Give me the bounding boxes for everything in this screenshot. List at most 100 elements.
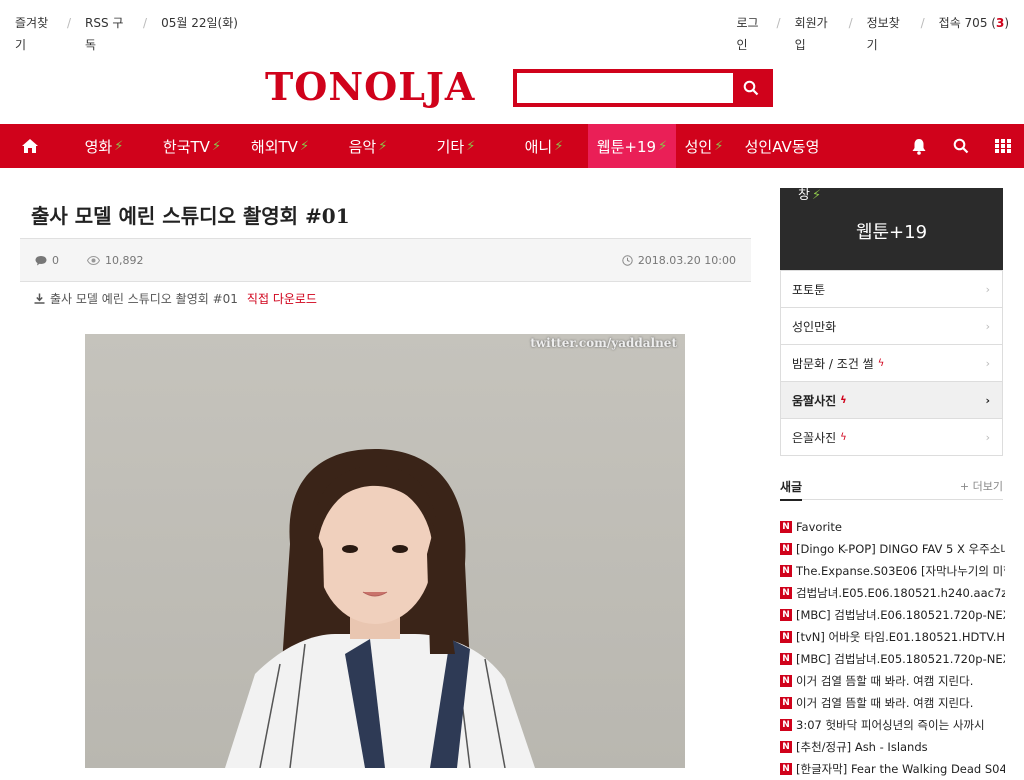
chevron-right-icon: ›	[985, 319, 990, 333]
search-button[interactable]	[733, 73, 769, 103]
grid-icon	[995, 139, 1011, 153]
sidebar-item-label: 포토툰	[792, 282, 826, 297]
new-badge: N	[780, 763, 792, 775]
new-badge: N	[780, 543, 792, 555]
main-nav: 영화 ⚡ 한국TV ⚡ 해외TV ⚡ 음악 ⚡ 기타 ⚡ 애니 ⚡ 웹툰+19 ⚡ 성인 ⚡ 성…	[0, 124, 1024, 168]
list-item[interactable]: N [Dingo K-POP] DINGO FAV 5 X 우주소녀	[780, 538, 1005, 560]
list-item[interactable]: N The.Expanse.S03E06 [자막나누기의 미학]	[780, 560, 1005, 582]
sidebar-item-label: 은꼴사진	[792, 430, 837, 445]
list-item[interactable]: N [tvN] 어바웃 타임.E01.180521.HDTV.H264	[780, 626, 1005, 648]
new-badge: N	[780, 521, 792, 533]
new-badge: N	[780, 631, 792, 643]
eye-icon	[87, 255, 100, 265]
new-posts-title: 새글	[780, 478, 803, 501]
find-info-link[interactable]: 정보찾기	[867, 12, 907, 56]
nav-item-etc[interactable]: 기타 ⚡	[412, 124, 500, 168]
new-badge: N	[780, 675, 792, 687]
sidebar-menu: 포토툰 › 성인만화 › 밤문화 / 조건 썰 ϟ › 움짤사진 ϟ › 은꼴사진 ϟ ›	[780, 270, 1003, 456]
more-link[interactable]: + 더보기	[960, 478, 1003, 494]
download-row: 출사 모델 예린 스튜디오 촬영회 #01 직접 다운로드	[34, 290, 317, 307]
notification-button[interactable]	[898, 124, 940, 168]
list-item[interactable]: N [MBC] 검법남녀.E06.180521.720p-NEXT	[780, 604, 1005, 626]
post-meta: 0 10,892 2018.03.20 10:00	[20, 238, 751, 282]
sidebar-item-nightlife[interactable]: 밤문화 / 조건 썰 ϟ ›	[781, 344, 1002, 381]
nav-item-foreign-tv[interactable]: 해외TV ⚡	[236, 124, 324, 168]
bolt-icon: ⚡	[658, 138, 668, 154]
nav-item-webtoon[interactable]: 웹툰+19 ⚡	[588, 124, 676, 168]
sidebar-heading: 웹툰+19	[855, 222, 928, 243]
sidebar-category-box: 창 ⚡ 웹툰+19	[780, 188, 1003, 270]
model-photo-illustration	[85, 334, 685, 768]
photo-watermark: twitter.com/yaddalnet	[530, 336, 677, 350]
nav-label: 애니	[524, 137, 553, 156]
sidebar-item-label: 밤문화 / 조건 썰	[792, 356, 874, 371]
view-count: 10,892	[87, 254, 144, 267]
site-logo[interactable]: TONOLJA	[265, 64, 475, 109]
bolt-icon: ⚡	[378, 138, 388, 154]
comment-icon	[35, 255, 47, 265]
search-input[interactable]	[517, 73, 733, 103]
nav-item-adult-av[interactable]: 성인AV동영	[732, 124, 832, 168]
nav-item-adult[interactable]: 성인 ⚡	[676, 124, 732, 168]
post-link: 3:07 헛바닥 피어싱년의 즉이는 사까시	[796, 718, 985, 732]
comment-count-value: 0	[52, 253, 59, 267]
list-item[interactable]: N [추천/정규] Ash - Islands	[780, 736, 1005, 758]
list-item[interactable]: N 이거 검열 뜸할 때 봐라. 여캠 지린다.	[780, 692, 1005, 714]
bolt-icon: ⚡	[299, 138, 310, 154]
top-bar: 즐겨찾기 / RSS 구독 / 05월 22일(화) 로그인 / 회원가입 / …	[0, 0, 1024, 60]
bolt-icon: ⚡	[211, 138, 222, 154]
join-link[interactable]: 회원가입	[795, 12, 835, 56]
new-badge: N	[780, 741, 792, 753]
visitor-close: )	[1004, 16, 1009, 30]
home-icon	[22, 139, 38, 153]
nav-item-anime[interactable]: 애니 ⚡	[500, 124, 588, 168]
list-item[interactable]: N [한글자막] Fear the Walking Dead S04	[780, 758, 1005, 780]
new-badge: N	[780, 587, 792, 599]
separator: /	[848, 16, 853, 30]
top-left-links: 즐겨찾기 / RSS 구독 / 05월 22일(화)	[15, 12, 238, 56]
post-title: 출사 모델 예린 스튜디오 촬영회 #01	[31, 204, 350, 228]
nav-label: 영화	[84, 137, 113, 156]
new-badge: N	[780, 697, 792, 709]
top-right-links: 로그인 / 회원가입 / 정보찾기 / 접속 705 (3)	[737, 12, 1009, 56]
sidebar-item-phototoon[interactable]: 포토툰 ›	[781, 270, 1002, 307]
bolt-icon: ⚡	[811, 188, 822, 203]
nav-item-korean-tv[interactable]: 한국TV ⚡	[148, 124, 236, 168]
download-file-name: 출사 모델 예린 스튜디오 촬영회 #01	[50, 292, 238, 306]
post-link: [MBC] 검법남녀.E05.180521.720p-NEXT	[796, 652, 1005, 666]
view-count-value: 10,892	[105, 253, 144, 267]
list-item[interactable]: N 3:07 헛바닥 피어싱년의 즉이는 사까시	[780, 714, 1005, 736]
list-item[interactable]: N [MBC] 검법남녀.E05.180521.720p-NEXT	[780, 648, 1005, 670]
nav-item-music[interactable]: 음악 ⚡	[324, 124, 412, 168]
direct-download-link[interactable]: 직접 다운로드	[247, 290, 317, 307]
list-item[interactable]: N 이거 검열 뜸할 때 봐라. 여캠 지린다.	[780, 670, 1005, 692]
list-item[interactable]: N Favorite	[780, 516, 1005, 538]
login-link[interactable]: 로그인	[737, 12, 763, 56]
post-link: 이거 검열 뜸할 때 봐라. 여캠 지린다.	[796, 674, 974, 688]
visitor-counter[interactable]: 접속 705 (3)	[939, 12, 1009, 56]
bolt-icon: ϟ	[840, 394, 847, 406]
bell-icon	[912, 138, 926, 155]
nav-item-movies[interactable]: 영화 ⚡	[60, 124, 148, 168]
nav-search-button[interactable]	[940, 124, 982, 168]
post-link: 검법남녀.E05.E06.180521.h240.aac7z	[796, 586, 1005, 600]
download-icon	[34, 293, 45, 304]
post-link: [MBC] 검법남녀.E06.180521.720p-NEXT	[796, 608, 1005, 622]
nav-label: 한국TV	[162, 137, 210, 156]
search-icon	[953, 138, 969, 154]
new-badge: N	[780, 565, 792, 577]
chevron-right-icon: ›	[985, 393, 990, 407]
favorites-link[interactable]: 즐겨찾기	[15, 12, 53, 56]
sidebar-item-suggestive-photos[interactable]: 은꼴사진 ϟ ›	[781, 418, 1002, 455]
new-posts-header: 새글 + 더보기	[780, 476, 1003, 501]
nav-label: 해외TV	[250, 137, 298, 156]
home-button[interactable]	[0, 124, 60, 168]
sidebar-item-adult-comics[interactable]: 성인만화 ›	[781, 307, 1002, 344]
post-link: 이거 검열 뜸할 때 봐라. 여캠 지린다.	[796, 696, 974, 710]
list-item[interactable]: N 검법남녀.E05.E06.180521.h240.aac7z	[780, 582, 1005, 604]
chevron-right-icon: ›	[985, 356, 990, 370]
sidebar-item-label: 움짤사진	[792, 393, 837, 408]
menu-grid-button[interactable]	[982, 124, 1024, 168]
rss-link[interactable]: RSS 구독	[85, 12, 129, 56]
sidebar-item-gif-photos[interactable]: 움짤사진 ϟ ›	[781, 381, 1002, 418]
